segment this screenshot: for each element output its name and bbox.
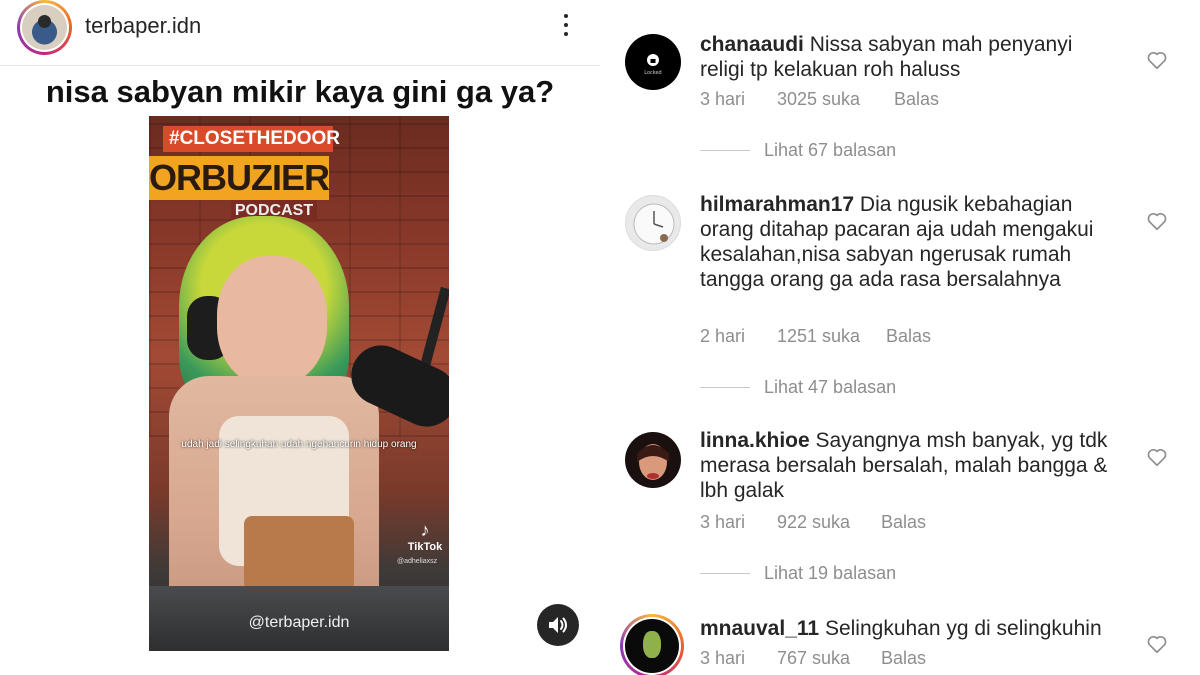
commenter-avatar[interactable]: [625, 432, 681, 488]
comment-username[interactable]: chanaaudi: [700, 33, 804, 56]
post-header: terbaper.idn: [0, 0, 600, 66]
comment-time: 3 hari: [700, 89, 746, 109]
comments-panel: Locked chanaaudi Nissa sabyan mah penyan…: [600, 0, 1200, 675]
tiktok-icon: ♪: [420, 520, 430, 540]
heart-outline-icon[interactable]: [1146, 446, 1168, 468]
comment-likes[interactable]: 3025 suka: [777, 89, 894, 110]
comment-likes[interactable]: 922 suka: [777, 512, 881, 533]
view-replies-button[interactable]: Lihat 47 balasan: [700, 377, 896, 398]
video-sign-main: ORBUZIER: [149, 156, 330, 200]
reply-button[interactable]: Balas: [881, 648, 926, 669]
commenter-avatar[interactable]: [620, 614, 684, 675]
post-panel: terbaper.idn nisa sabyan mikir kaya gini…: [0, 0, 600, 675]
comment-username[interactable]: linna.khioe: [700, 429, 810, 452]
comment-time: 3 hari: [700, 648, 746, 668]
comment-likes[interactable]: 767 suka: [777, 648, 881, 669]
heart-outline-icon[interactable]: [1146, 49, 1168, 71]
account-avatar[interactable]: [17, 0, 72, 55]
reply-button[interactable]: Balas: [886, 326, 931, 347]
svg-text:Locked: Locked: [644, 70, 661, 76]
more-vertical-icon[interactable]: [556, 12, 576, 42]
comment-text: Selingkuhan yg di selingkuhin: [824, 617, 1102, 640]
heart-outline-icon[interactable]: [1146, 633, 1168, 655]
reply-button[interactable]: Balas: [894, 89, 939, 110]
heart-outline-icon[interactable]: [1146, 210, 1168, 232]
account-username[interactable]: terbaper.idn: [85, 13, 201, 39]
view-replies-button[interactable]: Lihat 67 balasan: [700, 140, 896, 161]
commenter-avatar[interactable]: [625, 195, 681, 251]
reply-button[interactable]: Balas: [881, 512, 926, 533]
tiktok-logo: ♪ TikTok: [405, 520, 445, 553]
video-sign-hashtag: #CLOSETHEDOOR: [163, 126, 340, 152]
comment-likes[interactable]: 1251 suka: [777, 326, 886, 347]
video-watermark: @terbaper.idn: [248, 614, 350, 631]
comment-username[interactable]: hilmarahman17: [700, 193, 854, 216]
speaker-icon[interactable]: [537, 604, 579, 646]
tiktok-handle: @adheliaxsz: [397, 558, 438, 565]
post-title: nisa sabyan mikir kaya gini ga ya?: [45, 74, 555, 109]
comment-time: 2 hari: [700, 326, 746, 346]
comment-time: 3 hari: [700, 512, 746, 532]
view-replies-button[interactable]: Lihat 19 balasan: [700, 563, 896, 584]
commenter-avatar[interactable]: Locked: [625, 34, 681, 90]
post-video[interactable]: #CLOSETHEDOOR ORBUZIER PODCAST udah jadi…: [149, 116, 449, 651]
video-caption: udah jadi selingkuhan udah ngehancurin h…: [181, 439, 417, 450]
comment-username[interactable]: mnauval_11: [700, 617, 819, 640]
